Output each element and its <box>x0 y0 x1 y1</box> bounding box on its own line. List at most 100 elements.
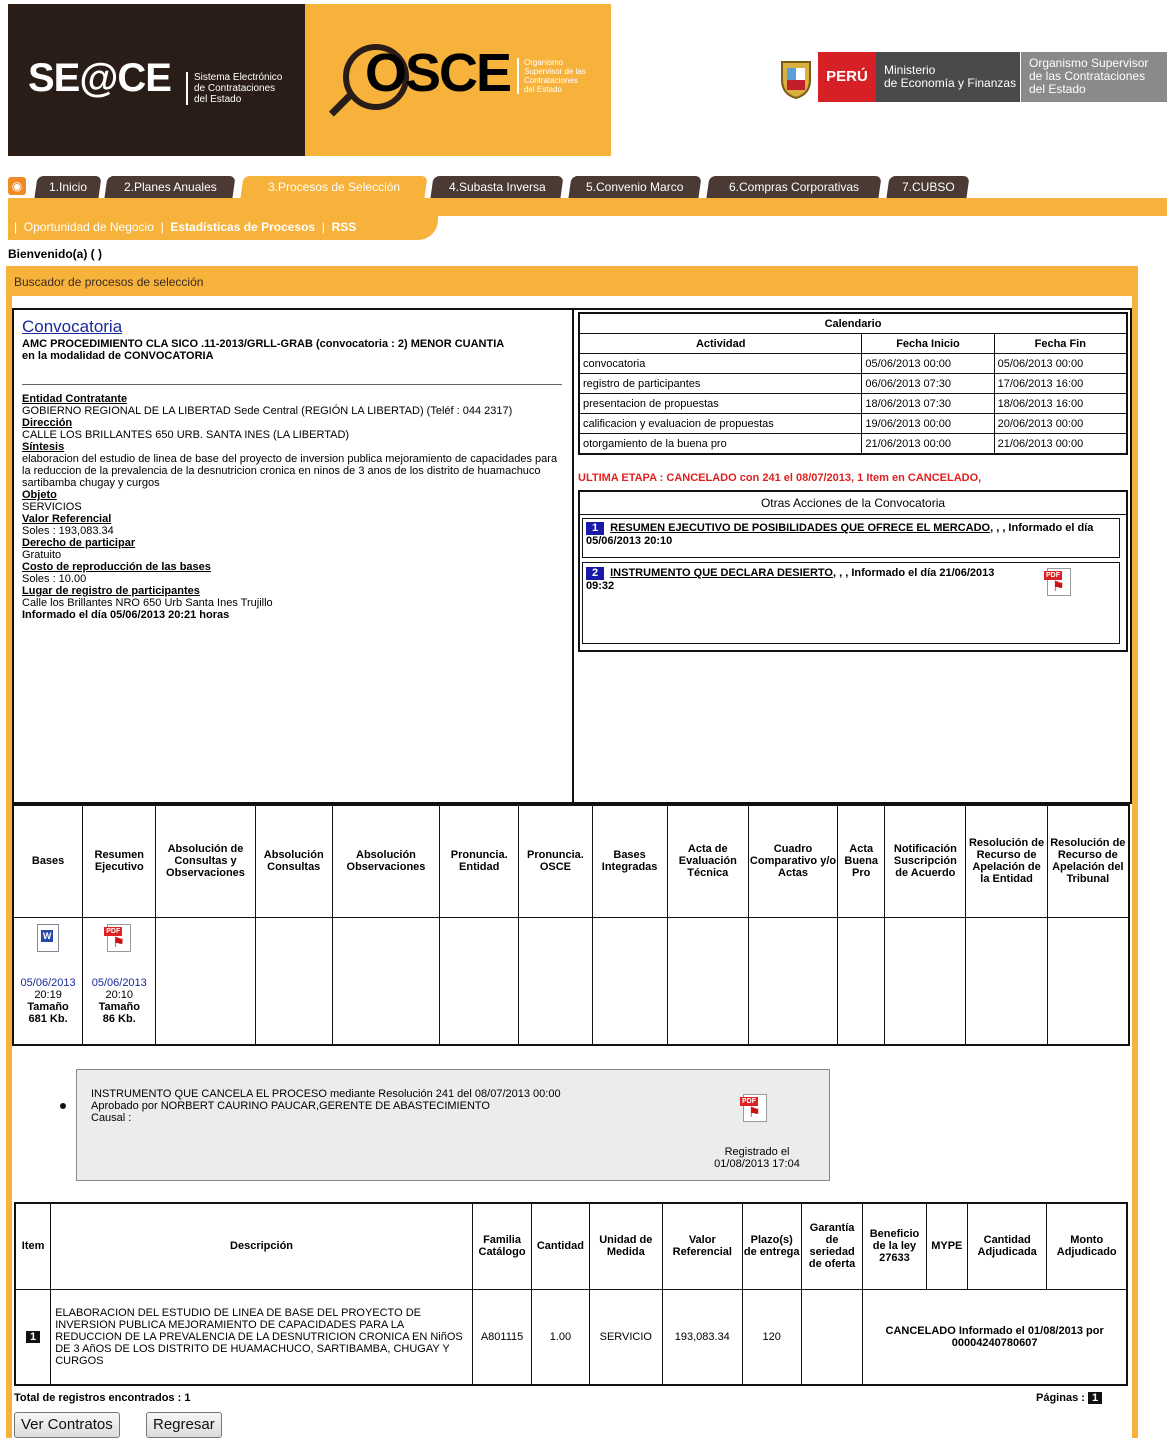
tab-convenio-marco[interactable]: 5.Convenio Marco <box>568 176 702 198</box>
ultima-etapa: ULTIMA ETAPA : CANCELADO con 241 el 08/0… <box>578 472 982 484</box>
col-header: Pronuncia. Entidad <box>439 804 520 918</box>
col-header: Bases <box>12 804 84 918</box>
seace-subtitle: Sistema Electrónico de Contrataciones del … <box>186 72 282 105</box>
lugar-value: Calle los Brillantes NRO 650 Urb Santa I… <box>22 597 273 609</box>
peru-coat-of-arms-icon <box>776 58 816 100</box>
entidad-value: GOBIERNO REGIONAL DE LA LIBERTAD Sede Ce… <box>22 405 513 417</box>
accion-1-link[interactable]: RESUMEN EJECUTIVO DE POSIBILIDADES QUE O… <box>610 522 990 534</box>
direccion-value: CALLE LOS BRILLANTES 650 URB. SANTA INES… <box>22 429 350 441</box>
tab-planes-anuales[interactable]: 2.Planes Anuales <box>104 176 236 198</box>
osce-full-label: Organismo Supervisor de las Contratacione… <box>1021 52 1167 102</box>
col-header: Monto Adjudicado <box>1046 1202 1128 1290</box>
col-header: Garantía de seriedad de oferta <box>800 1202 864 1290</box>
accion-1: 1 RESUMEN EJECUTIVO DE POSIBILIDADES QUE … <box>586 522 1094 547</box>
col-header: Plazo(s) de entrega <box>741 1202 802 1290</box>
item-number: 1 <box>26 1330 41 1343</box>
bullet <box>60 1103 66 1109</box>
rss-icon[interactable]: ◉ <box>8 177 26 195</box>
item-cantidad: 1.00 <box>531 1288 590 1386</box>
col-header: Absolución Consultas <box>254 804 333 918</box>
seace-logo: SE@CE <box>28 56 172 100</box>
col-header: Acta Buena Pro <box>837 804 886 918</box>
documents-table: Bases Resumen Ejecutivo Absolución de Co… <box>12 804 1130 1046</box>
pdf-icon[interactable]: PDF ⚑ <box>740 1094 767 1125</box>
item-familia: A801115 <box>471 1288 533 1386</box>
item-estado: CANCELADO Informado el 01/08/2013 por 00… <box>862 1288 1128 1386</box>
item-unidad: SERVICIO <box>588 1288 664 1386</box>
col-header: Bases Integradas <box>591 804 668 918</box>
welcome-text: Bienvenido(a) ( ) <box>8 247 103 261</box>
item-description: ELABORACION DEL ESTUDIO DE LINEA DE BASE… <box>50 1288 473 1386</box>
accion-2-link[interactable]: INSTRUMENTO QUE DECLARA DESIERTO <box>610 567 833 579</box>
convocatoria-line2: en la modalidad de CONVOCATORIA <box>22 350 214 362</box>
tab-inicio[interactable]: 1.Inicio <box>34 176 102 198</box>
osce-logo: OSCE <box>365 43 512 103</box>
lugar-label: Lugar de registro de participantes <box>22 585 200 597</box>
cancel-instrument-box: INSTRUMENTO QUE CANCELA EL PROCESO media… <box>76 1069 830 1181</box>
ver-contratos-button[interactable]: Ver Contratos <box>14 1412 120 1438</box>
total-registros: Total de registros encontrados : 1 <box>14 1392 191 1404</box>
col-header: Cantidad Adjudicada <box>966 1202 1048 1290</box>
column-divider <box>572 308 574 804</box>
col-header: Familia Catálogo <box>471 1202 533 1290</box>
col-header: Absolución Observaciones <box>331 804 441 918</box>
seace-banner: SE@CE Sistema Electrónico de Contratacion… <box>8 4 305 156</box>
col-header: Resumen Ejecutivo <box>82 804 157 918</box>
registrado-date: 01/08/2013 17:04 <box>714 1158 800 1170</box>
table-row: registro de participantes 06/06/2013 07:3… <box>578 373 1128 394</box>
word-doc-icon[interactable]: W <box>15 923 81 955</box>
table-row: otorgamiento de la buena pro 21/06/2013 0… <box>578 433 1128 455</box>
cancel-line1: INSTRUMENTO QUE CANCELA EL PROCESO media… <box>91 1088 561 1100</box>
convocatoria-line1: AMC PROCEDIMIENTO CLA SICO .11-2013/GRLL… <box>22 338 505 350</box>
tab-procesos-seleccion[interactable]: 3.Procesos de Selección <box>240 176 428 198</box>
cal-header-fin: Fecha Fin <box>993 333 1128 354</box>
valor-label: Valor Referencial <box>22 513 112 525</box>
page-1-link[interactable]: 1 <box>1087 1392 1103 1404</box>
divider <box>22 384 562 385</box>
col-header: Notificación Suscripción de Acuerdo <box>884 804 967 918</box>
sintesis-label: Síntesis <box>22 441 65 453</box>
paginas-label: Páginas : 1 <box>1036 1392 1103 1404</box>
cal-header-inicio: Fecha Inicio <box>861 333 995 354</box>
cal-header-actividad: Actividad <box>578 333 863 354</box>
table-row: convocatoria 05/06/2013 00:00 05/06/2013 0… <box>578 353 1128 374</box>
cancel-causal: Causal : <box>91 1112 132 1124</box>
pdf-icon[interactable]: PDF ⚑ <box>1044 568 1071 599</box>
subnav-oportunidad[interactable]: Oportunidad de Negocio <box>24 220 154 234</box>
table-row: calificacion y evaluacion de propuestas 1… <box>578 413 1128 434</box>
subnav-bar <box>8 198 1167 216</box>
col-header: Cantidad <box>531 1202 590 1290</box>
regresar-button[interactable]: Regresar <box>146 1412 222 1438</box>
pdf-icon[interactable]: PDF ⚑ <box>84 923 154 955</box>
bases-cell: W 05/06/2013 20:19 Tamaño 681 Kb. <box>12 916 84 1046</box>
registrado-label: Registrado el <box>724 1146 790 1158</box>
subnav-rss[interactable]: RSS <box>332 220 357 234</box>
direccion-label: Dirección <box>22 417 73 429</box>
col-header: Resolución de Recurso de Apelación de la… <box>965 804 1048 918</box>
tab-compras-corporativas[interactable]: 6.Compras Corporativas <box>706 176 882 198</box>
osce-subtitle: Organismo Supervisor de las Contrataciones… <box>517 58 586 94</box>
valor-value: Soles : 193,083.34 <box>22 525 114 537</box>
cancel-line2: Aprobado por NORBERT CAURINO PAUCAR,GERE… <box>91 1100 490 1112</box>
col-header: Unidad de Medida <box>588 1202 664 1290</box>
subnav-estadisticas[interactable]: Estadísticas de Procesos <box>170 220 315 234</box>
col-header: Resolución de Recurso de Apelación del T… <box>1046 804 1130 918</box>
table-row: 1 ELABORACION DEL ESTUDIO DE LINEA DE BA… <box>14 1288 1128 1386</box>
convocatoria-title[interactable]: Convocatoria <box>22 316 562 338</box>
calendario-title: Calendario <box>578 312 1128 334</box>
col-header: Descripción <box>50 1202 473 1290</box>
col-header: Beneficio de la ley 27633 <box>862 1202 927 1290</box>
sintesis-value: elaboracion del estudio de linea de base… <box>22 453 558 489</box>
tab-cubso[interactable]: 7.CUBSO <box>886 176 970 198</box>
item-valor: 193,083.34 <box>662 1288 743 1386</box>
table-row: presentacion de propuestas 18/06/2013 07:… <box>578 393 1128 414</box>
ministerio-label: Ministerio de Economía y Finanzas <box>876 52 1020 102</box>
derecho-value: Gratuito <box>22 549 62 561</box>
calendario-table: Calendario Actividad Fecha Inicio Fecha … <box>578 312 1128 455</box>
informado-text: Informado el día 05/06/2013 20:21 horas <box>22 609 230 621</box>
tab-subasta-inversa[interactable]: 4.Subasta Inversa <box>430 176 564 198</box>
resumen-cell: PDF ⚑ 05/06/2013 20:10 Tamaño 86 Kb. <box>82 916 157 1046</box>
items-table: Item Descripción Familia Catálogo Cantid… <box>14 1202 1128 1386</box>
panel-title: Buscador de procesos de selección <box>14 275 204 289</box>
col-header: MYPE <box>925 1202 968 1290</box>
